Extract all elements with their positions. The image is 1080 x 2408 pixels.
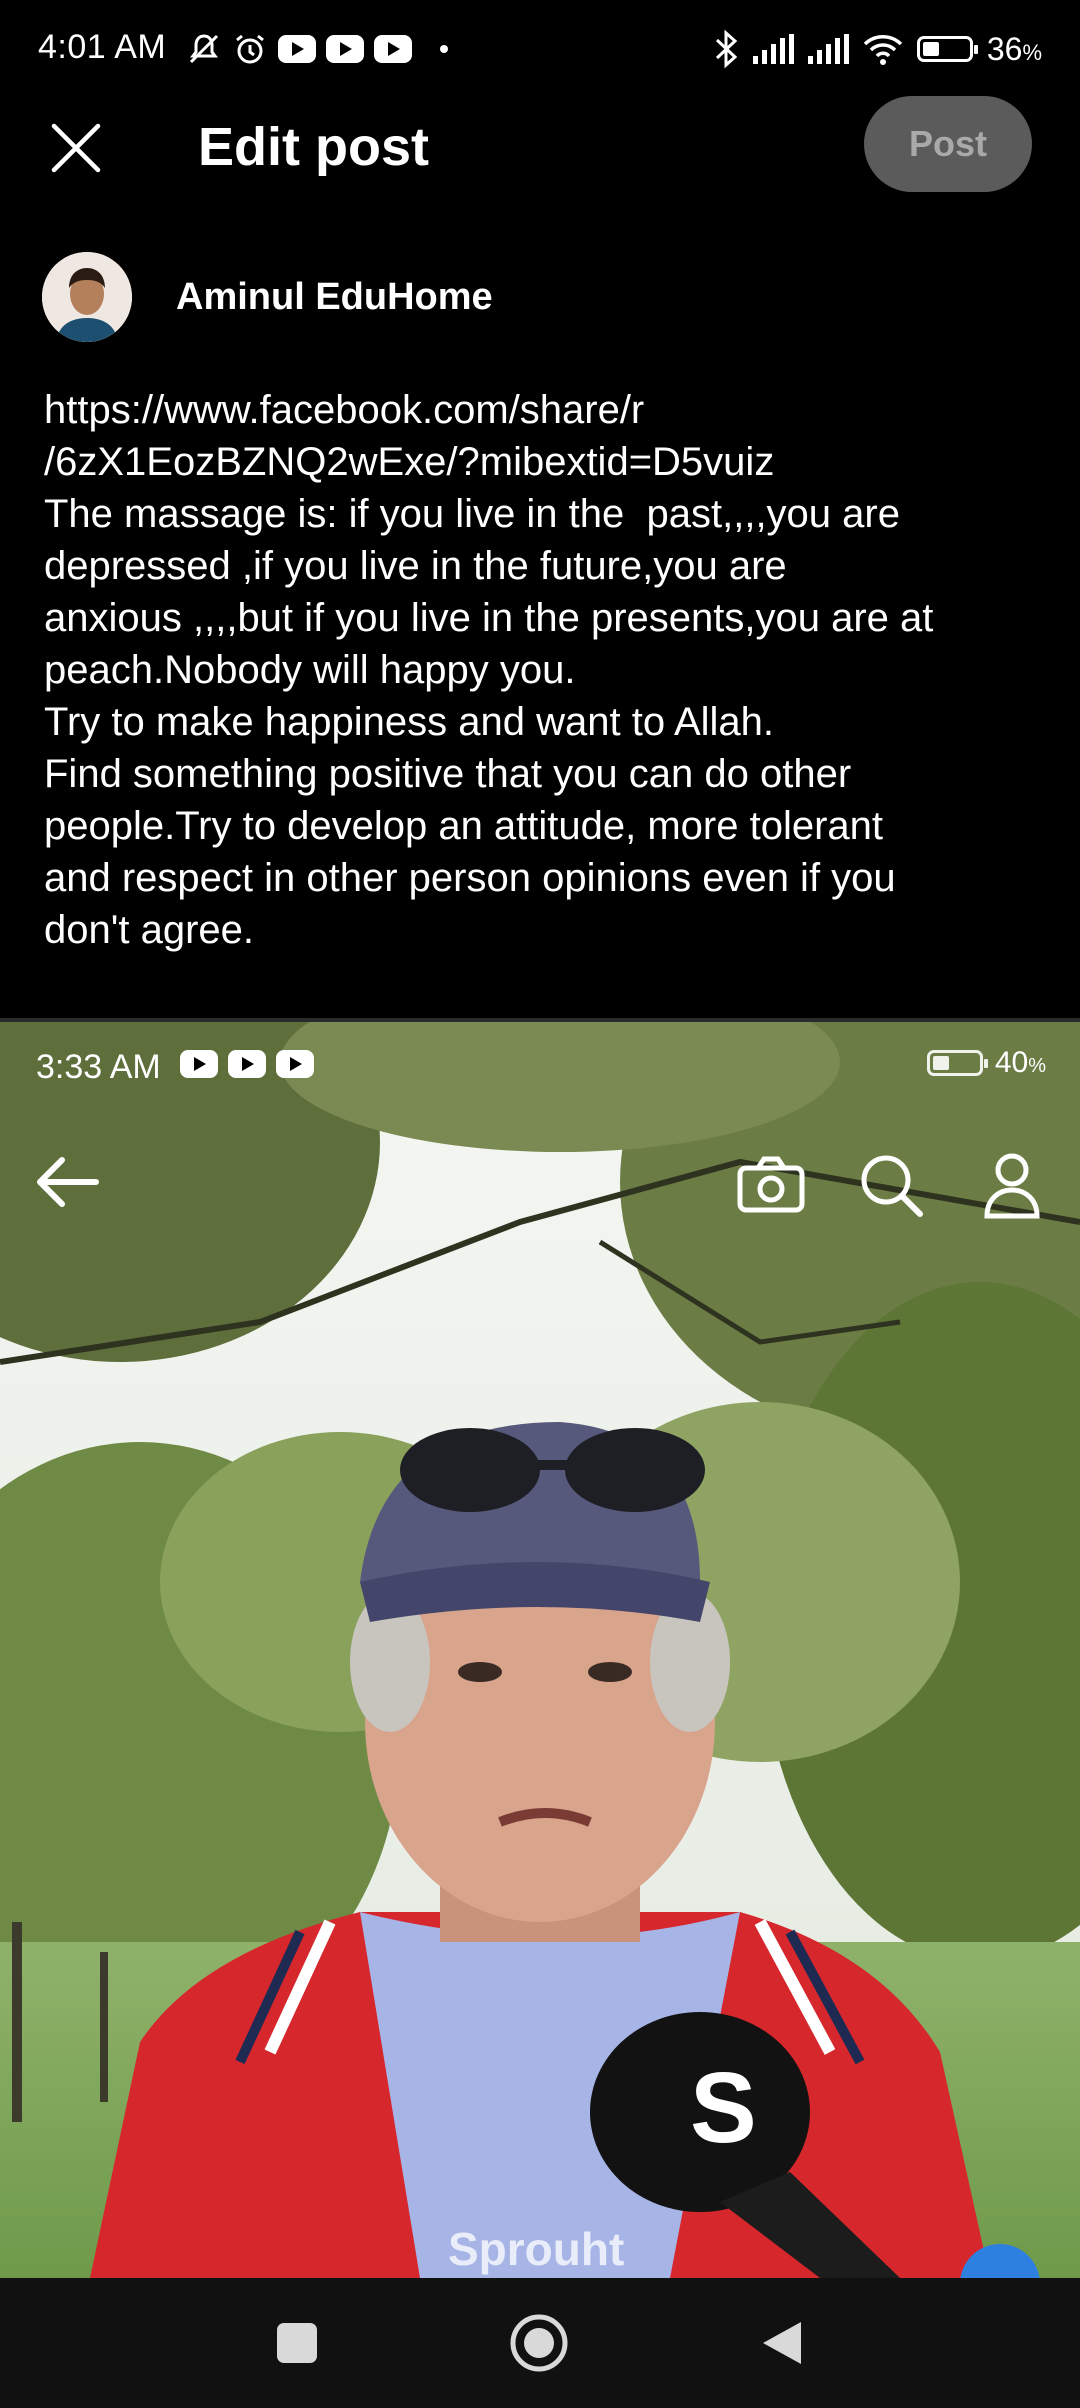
system-icons: 36% (713, 26, 1042, 72)
youtube-icon (326, 35, 364, 63)
attached-image[interactable]: S 3:33 AM 40% Sprouht (0, 1022, 1080, 2278)
square-icon (277, 2323, 317, 2363)
page-title: Edit post (198, 117, 429, 177)
app-header: Edit post Post (0, 96, 1080, 246)
youtube-icon (278, 35, 316, 63)
inner-battery-level: 40% (994, 1046, 1046, 1079)
accessibility-icon (960, 2244, 1040, 2278)
youtube-icon (180, 1050, 218, 1078)
alarm-icon (236, 34, 264, 64)
avatar (42, 252, 132, 342)
search-icon (861, 1155, 923, 1217)
youtube-icon (276, 1050, 314, 1078)
wifi-icon (863, 35, 903, 65)
system-nav-bar (0, 2278, 1080, 2408)
watermark: Sprouht (448, 2223, 625, 2275)
person-icon (984, 1153, 1040, 1219)
home-button[interactable] (494, 2308, 584, 2378)
signal-icon (807, 34, 849, 64)
youtube-icon (228, 1050, 266, 1078)
close-button[interactable] (40, 112, 112, 184)
notification-icons (186, 28, 448, 70)
back-button[interactable] (736, 2308, 826, 2378)
youtube-icon (374, 35, 412, 63)
recents-button[interactable] (252, 2308, 342, 2378)
close-icon (51, 123, 101, 173)
circle-icon (510, 2314, 568, 2372)
battery-icon (916, 36, 978, 62)
more-notifications-dot (440, 45, 448, 53)
triangle-icon (763, 2322, 801, 2364)
inner-notification-icons (180, 1050, 314, 1078)
inner-app-toolbar (0, 1132, 1080, 1252)
svg-text:S: S (690, 2052, 757, 2164)
battery-icon (926, 1050, 988, 1076)
status-bar: 4:01 AM 36% (0, 0, 1080, 96)
post-button[interactable]: Post (864, 96, 1032, 192)
status-time: 4:01 AM (38, 28, 167, 66)
inner-system-icons: 40% (926, 1046, 1046, 1080)
author-name[interactable]: Aminul EduHome (176, 276, 493, 319)
battery-level: 36% (986, 30, 1042, 67)
mute-bell-icon (189, 34, 219, 64)
bluetooth-icon (715, 29, 738, 69)
inner-status-time: 3:33 AM (36, 1048, 161, 1086)
signal-icon (752, 34, 794, 64)
post-text-field[interactable]: https://www.facebook.com/share/r /6zX1Eo… (44, 384, 1044, 956)
back-arrow-icon (37, 1157, 99, 1207)
camera-icon (737, 1156, 805, 1213)
